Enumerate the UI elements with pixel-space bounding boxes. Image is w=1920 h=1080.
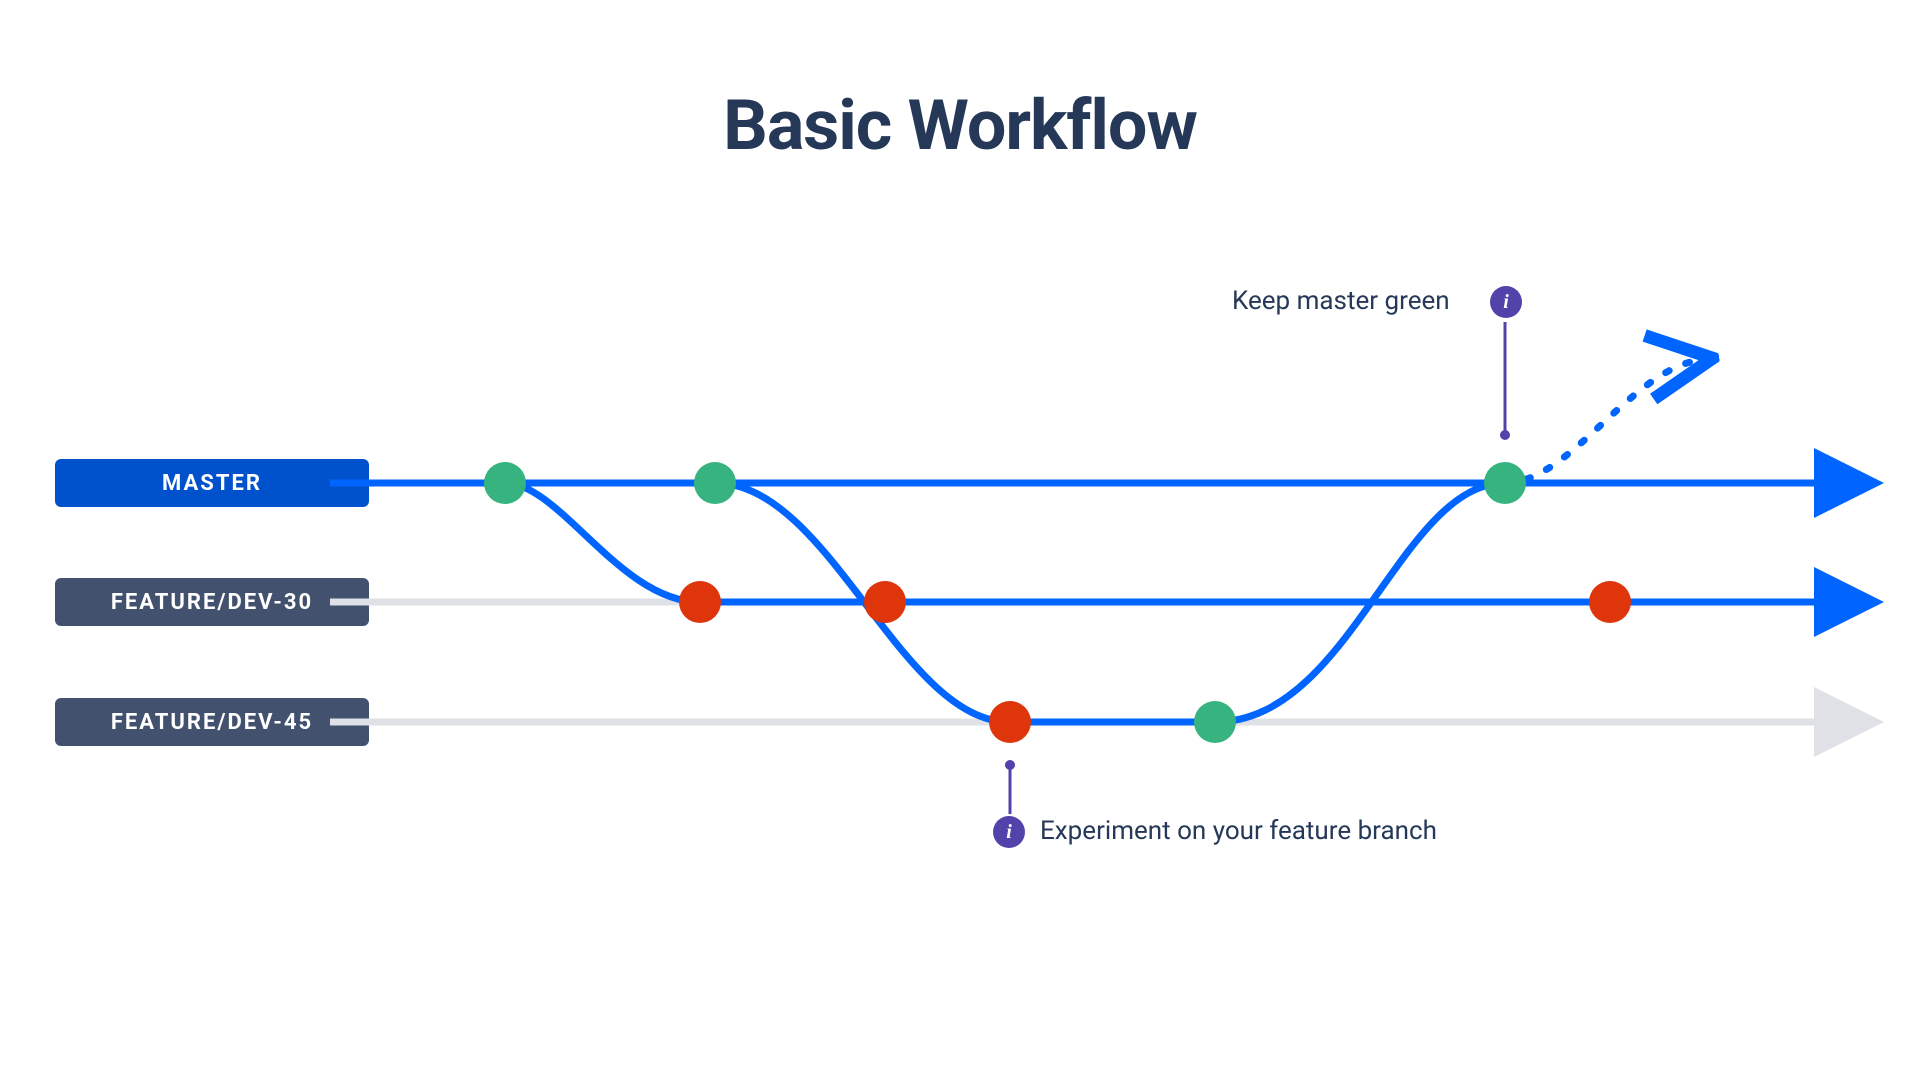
commit-node — [1194, 701, 1236, 743]
branch-curve-master-to-dev30 — [505, 483, 700, 602]
commit-node — [484, 462, 526, 504]
future-branch-dotted — [1505, 360, 1700, 483]
commit-node — [989, 701, 1031, 743]
commit-node — [864, 581, 906, 623]
workflow-diagram — [0, 0, 1920, 1080]
commit-node — [679, 581, 721, 623]
commit-node — [1484, 462, 1526, 504]
commit-node — [694, 462, 736, 504]
commit-node — [1589, 581, 1631, 623]
